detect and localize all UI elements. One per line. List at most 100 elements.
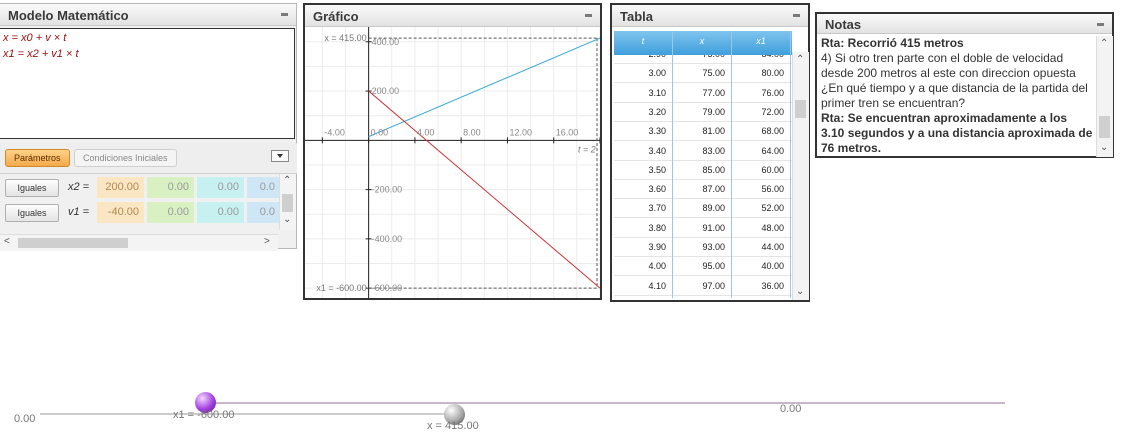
y-tick-label: -600.00 xyxy=(372,283,403,293)
table-cell: 3.20 xyxy=(648,106,666,117)
param-value[interactable]: 0.0 xyxy=(247,177,280,198)
column-divider xyxy=(731,31,732,298)
right-scale-label: 0.00 xyxy=(780,403,802,415)
param-value[interactable]: 0.0 xyxy=(247,202,280,223)
scroll-right-icon[interactable]: > xyxy=(264,236,270,247)
x-tick-label: 8.00 xyxy=(463,127,481,137)
graph-canvas[interactable]: -4.000.004.008.0012.0016.0020.400.00200.… xyxy=(305,27,600,298)
table-row[interactable]: 3.00 75.00 80.00 xyxy=(614,63,792,84)
modelo-title: Modelo Matemático xyxy=(0,4,296,26)
table-cell: 75.00 xyxy=(702,68,725,79)
x1-position-label: x1 = -600.00 xyxy=(173,409,235,421)
param-row-x2: Iguales x2 = 200.00 0.00 0.00 0.0 xyxy=(0,177,280,199)
iguales-button[interactable]: Iguales xyxy=(5,204,59,222)
column-header-t[interactable]: t xyxy=(614,36,672,46)
grafico-title: Gráfico xyxy=(305,5,600,27)
minimize-icon[interactable] xyxy=(1097,23,1104,26)
scroll-thumb[interactable] xyxy=(1099,116,1110,138)
table-row[interactable]: 3.90 93.00 44.00 xyxy=(614,237,792,257)
table-cell: 3.80 xyxy=(648,222,666,233)
notes-text[interactable]: Rta: Recorrió 415 metros 4) Si otro tren… xyxy=(821,36,1093,156)
table-row[interactable]: 3.30 81.00 68.00 xyxy=(614,121,792,142)
track-x1 xyxy=(200,402,1005,404)
scroll-thumb[interactable] xyxy=(795,100,806,118)
x-tick-label: 12.00 xyxy=(509,127,532,137)
x-tick-label: 16.00 xyxy=(556,127,579,137)
scroll-up-icon[interactable]: ⌃ xyxy=(1100,38,1108,49)
iguales-button[interactable]: Iguales xyxy=(5,179,59,197)
table-row[interactable]: 3.40 83.00 64.00 xyxy=(614,141,792,161)
y-tick-label: -200.00 xyxy=(372,185,403,195)
table-cell: 79.00 xyxy=(702,106,725,117)
max-value-label: x = 415.00 xyxy=(324,33,366,43)
left-scale-label: 0.00 xyxy=(14,413,36,425)
table-row[interactable]: 3.50 85.00 60.00 xyxy=(614,160,792,180)
param-value[interactable]: 200.00 xyxy=(97,177,144,198)
table-cell: 73.00 xyxy=(673,55,725,59)
table-cell: 87.00 xyxy=(702,184,725,195)
table-row[interactable]: 4.00 95.00 40.00 xyxy=(614,256,792,277)
table-row[interactable]: 3.60 87.00 56.00 xyxy=(614,179,792,200)
scroll-down-icon[interactable]: ⌄ xyxy=(283,214,291,225)
table-cell: 3.70 xyxy=(648,203,666,214)
table-cell: 4.00 xyxy=(648,261,666,272)
table-cell: 56.00 xyxy=(761,184,784,195)
table-cell: 95.00 xyxy=(702,261,725,272)
table-cell: 83.00 xyxy=(702,145,725,156)
dropdown-button[interactable] xyxy=(271,150,289,162)
table-cell: 3.40 xyxy=(648,145,666,156)
scroll-down-icon[interactable]: ⌄ xyxy=(1100,142,1108,153)
table-row[interactable]: 3.20 79.00 72.00 xyxy=(614,102,792,122)
table-cell: 2.90 xyxy=(614,55,666,59)
scroll-thumb[interactable] xyxy=(282,194,293,212)
table-row[interactable]: 4.2099.0032.00 xyxy=(614,295,792,298)
equations-box[interactable]: x = x0 + v × t x1 = x2 + v1 × t xyxy=(0,28,295,139)
table-cell: 97.00 xyxy=(702,280,725,291)
modelo-matematico-panel: Modelo Matemático x = x0 + v × t x1 = x2… xyxy=(0,3,297,251)
column-header-x1[interactable]: x1 xyxy=(732,36,790,46)
param-value[interactable]: 0.00 xyxy=(147,177,194,198)
param-label: v1 = xyxy=(68,206,90,218)
param-value[interactable]: 0.00 xyxy=(197,202,244,223)
column-header-x[interactable]: x xyxy=(673,36,731,46)
table-row[interactable]: 3.70 89.00 52.00 xyxy=(614,198,792,219)
note-line: 4) Si otro tren parte con el doble de ve… xyxy=(821,51,1088,110)
params-vertical-scrollbar[interactable]: ⌃ ⌄ xyxy=(279,174,296,230)
minimize-icon[interactable] xyxy=(793,14,800,17)
minimize-icon[interactable] xyxy=(281,13,288,16)
tab-parametros[interactable]: Parámetros xyxy=(5,149,70,167)
scroll-down-icon[interactable]: ⌄ xyxy=(796,286,804,297)
note-line: Rta: Recorrió 415 metros xyxy=(821,36,964,50)
params-horizontal-scrollbar[interactable]: < > xyxy=(0,234,278,251)
param-value[interactable]: 0.00 xyxy=(197,177,244,198)
table-row[interactable]: 3.80 91.00 48.00 xyxy=(614,218,792,238)
table-row[interactable]: 3.10 77.00 76.00 xyxy=(614,83,792,103)
table-cell: 52.00 xyxy=(761,203,784,214)
scroll-left-icon[interactable]: < xyxy=(4,236,10,247)
table-cell: 72.00 xyxy=(761,106,784,117)
notes-vertical-scrollbar[interactable]: ⌃ ⌄ xyxy=(1096,36,1113,157)
table-row[interactable]: 4.10 97.00 36.00 xyxy=(614,276,792,296)
minimize-icon[interactable] xyxy=(585,14,592,17)
table-cell: 91.00 xyxy=(702,222,725,233)
table-header: t x x1 xyxy=(614,31,792,55)
min-value-label: x1 = -600.00 xyxy=(316,283,366,293)
param-value[interactable]: 0.00 xyxy=(147,202,194,223)
tabla-panel: Tabla t x x1 2.90 73.00 84.00 3.00 75.00 80.0… xyxy=(610,3,810,302)
track-x xyxy=(40,413,456,415)
scroll-up-icon[interactable]: ⌃ xyxy=(283,175,291,186)
table-body: 2.90 73.00 84.00 3.00 75.00 80.00 3.10 77.00 76.… xyxy=(614,55,792,298)
notas-panel: Notas Rta: Recorrió 415 metros 4) Si otr… xyxy=(815,12,1114,158)
x-axis-name: t = 2 xyxy=(578,144,596,154)
x-position-label: x = 415.00 xyxy=(427,420,479,432)
table-cell: 3.00 xyxy=(648,68,666,79)
scroll-up-icon[interactable]: ⌃ xyxy=(796,54,804,65)
scroll-thumb[interactable] xyxy=(18,238,128,248)
param-row-v1: Iguales v1 = -40.00 0.00 0.00 0.0 xyxy=(0,202,280,224)
table-vertical-scrollbar[interactable]: ⌃ ⌄ xyxy=(792,52,809,300)
param-value[interactable]: -40.00 xyxy=(97,202,144,223)
table-cell: 80.00 xyxy=(761,68,784,79)
tab-condiciones-iniciales[interactable]: Condiciones Iniciales xyxy=(74,149,177,167)
x-tick-label: 4.00 xyxy=(417,127,435,137)
y-tick-label: 400.00 xyxy=(372,37,400,47)
